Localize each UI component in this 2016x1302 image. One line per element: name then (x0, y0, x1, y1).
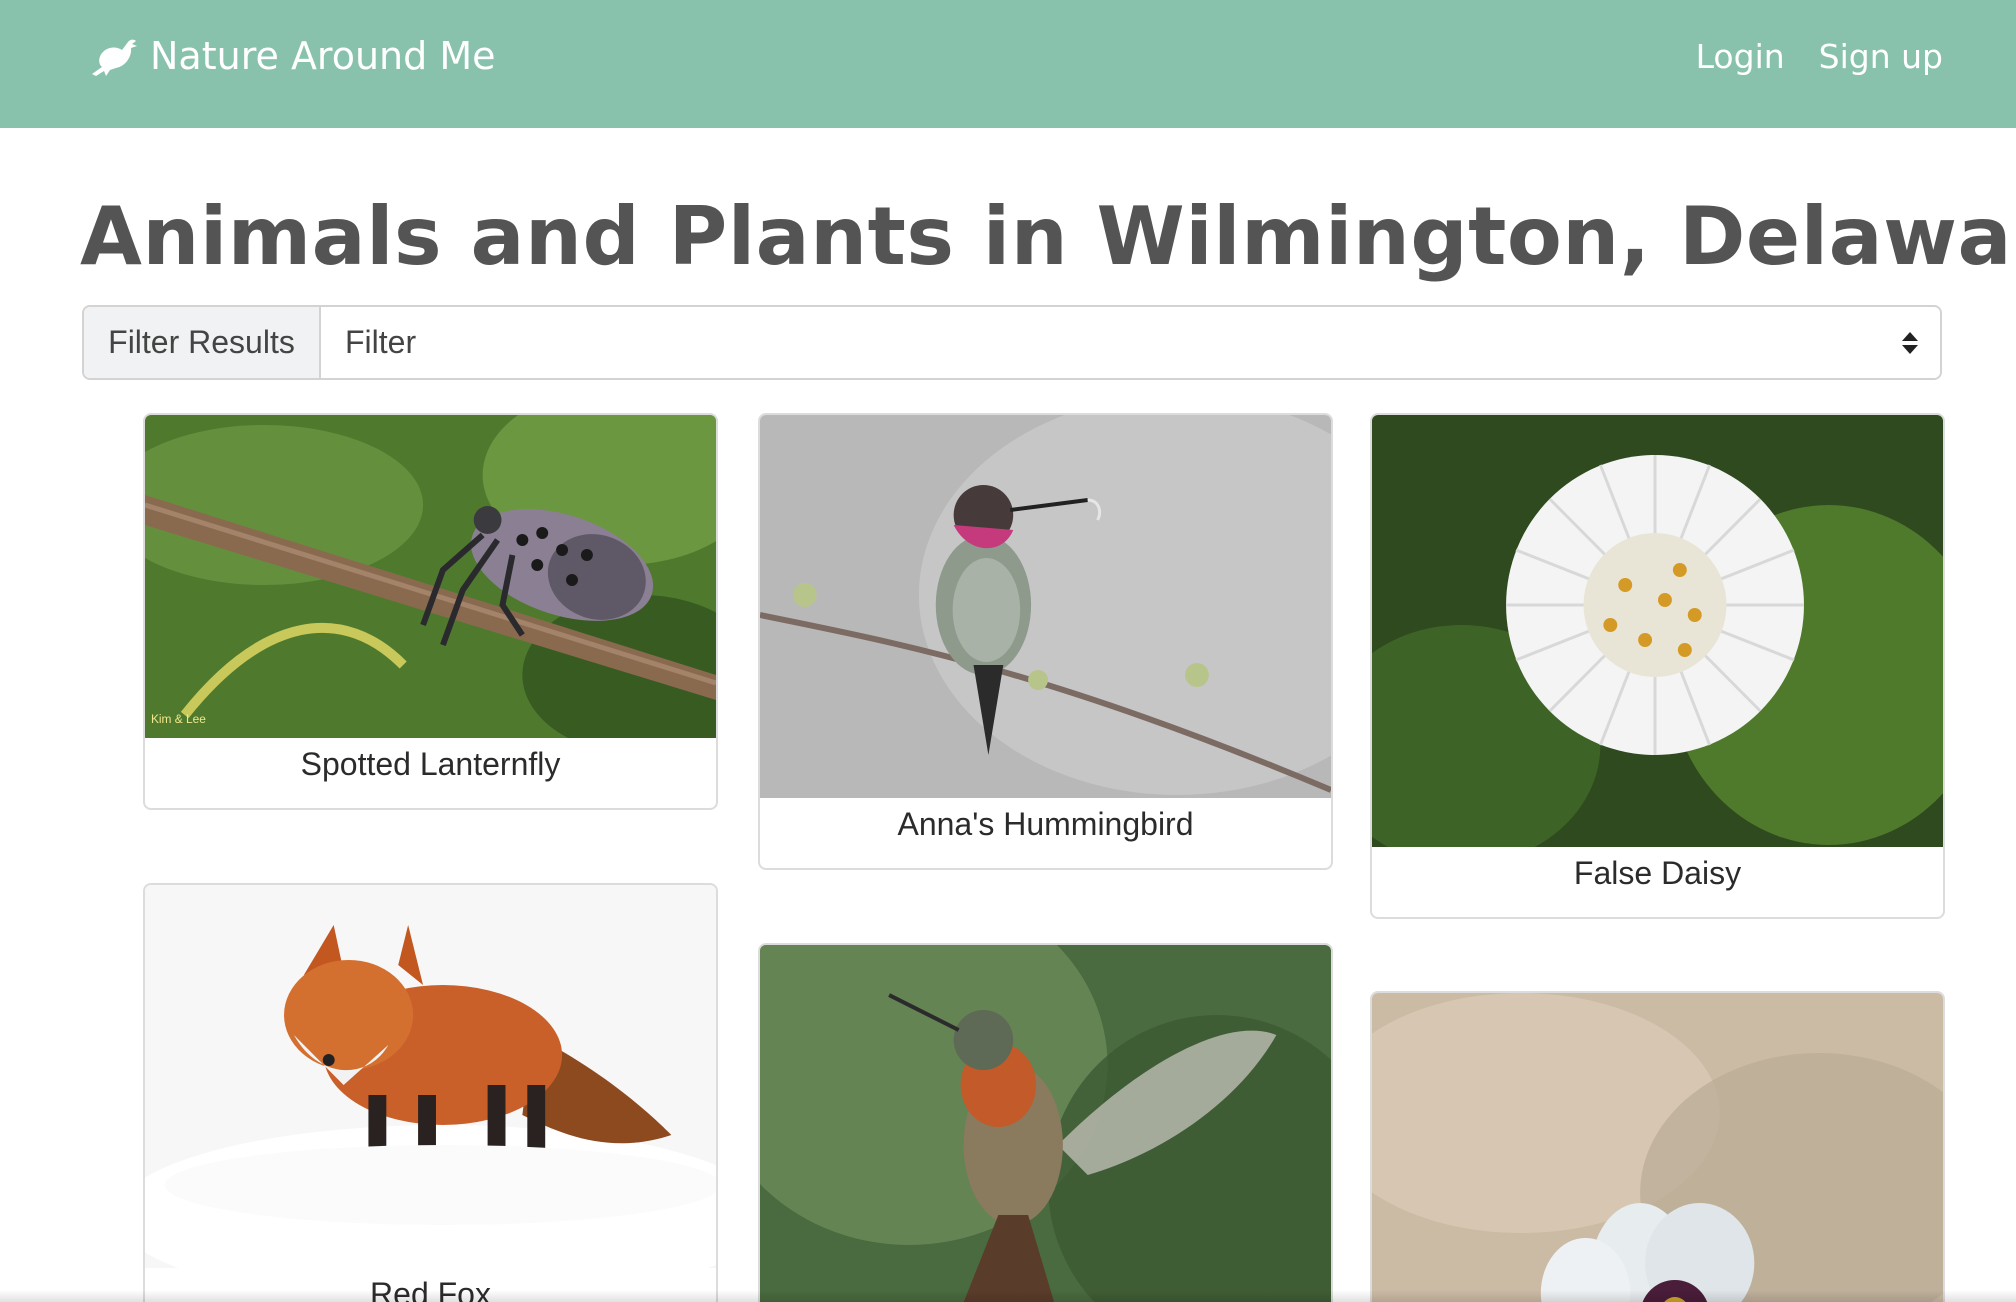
nav-links: Login Sign up (1696, 30, 1943, 82)
select-arrows-icon (1902, 331, 1918, 354)
species-photo (145, 885, 716, 1268)
species-name: Spotted Lanternfly (300, 746, 561, 782)
page-title: Animals and Plants in Wilmington, Delawa… (80, 190, 2016, 283)
signup-link[interactable]: Sign up (1819, 37, 1943, 76)
species-name: Anna's Hummingbird (897, 806, 1194, 842)
species-photo (760, 945, 1331, 1302)
species-card[interactable]: Kim & Lee Spotted Lanternfly (143, 413, 718, 810)
species-photo (1372, 415, 1943, 847)
photo-credit: Kim & Lee (151, 712, 206, 726)
species-card[interactable] (1370, 991, 1945, 1302)
species-card[interactable]: Red Fox (143, 883, 718, 1302)
brand-name: Nature Around Me (150, 34, 496, 78)
species-photo: Kim & Lee (145, 415, 716, 738)
navbar: Nature Around Me Login Sign up (0, 0, 2016, 128)
species-photo (1372, 993, 1943, 1302)
species-card[interactable] (758, 943, 1333, 1302)
login-link[interactable]: Login (1696, 37, 1785, 76)
species-name: False Daisy (1573, 855, 1742, 891)
filter-input-group: Filter Results Filter (82, 305, 1942, 380)
filter-selected-value: Filter (345, 324, 417, 360)
filter-select[interactable]: Filter (321, 307, 1940, 378)
filter-label: Filter Results (84, 307, 321, 378)
brand-link[interactable]: Nature Around Me (88, 30, 496, 82)
species-card[interactable]: False Daisy (1370, 413, 1945, 919)
bird-icon (92, 39, 137, 76)
species-photo (760, 415, 1331, 798)
species-card[interactable]: Anna's Hummingbird (758, 413, 1333, 870)
bottom-fade (0, 1290, 2016, 1302)
